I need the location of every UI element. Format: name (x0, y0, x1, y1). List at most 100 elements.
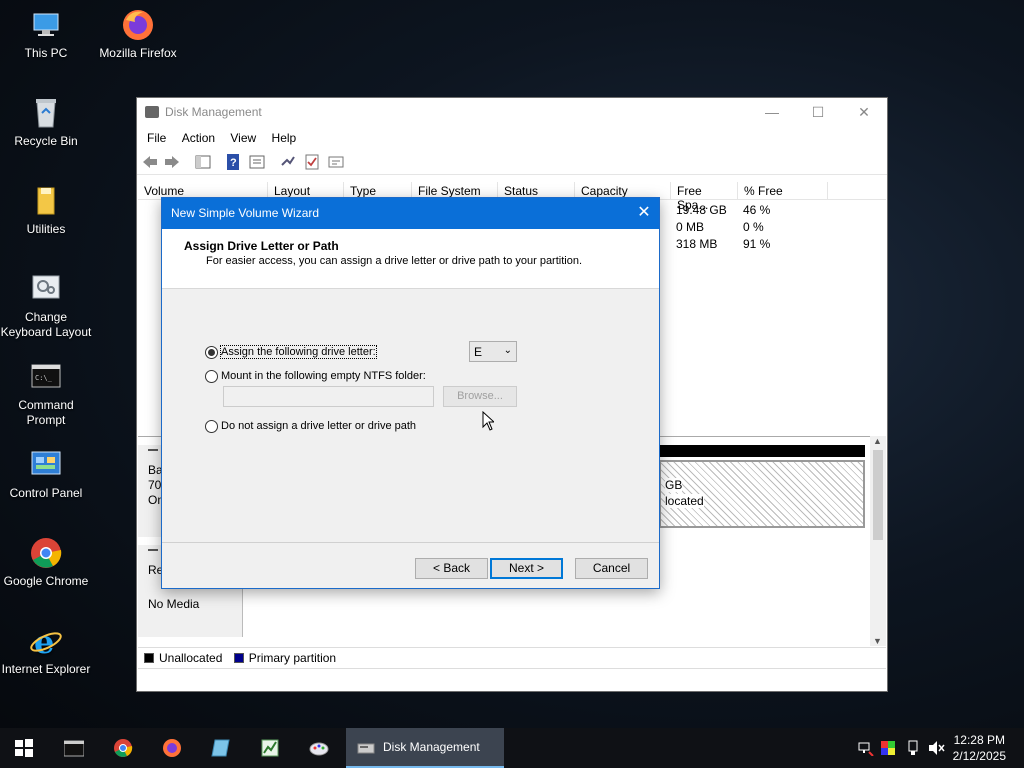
taskbar-chart-app[interactable] (246, 728, 294, 768)
unallocated-label: located (665, 494, 704, 508)
network-icon[interactable] (858, 740, 874, 756)
assign-letter-radio[interactable] (205, 346, 218, 359)
maximize-icon: ☐ (811, 104, 825, 120)
clock-time: 12:28 PM (953, 733, 1005, 747)
mount-folder-radio[interactable] (205, 370, 218, 383)
system-clock[interactable]: 12:28 PM 2/12/2025 (953, 732, 1006, 764)
desktop-icon-utilities[interactable]: Utilities (0, 184, 92, 237)
paint-icon (309, 742, 329, 756)
scroll-down-icon[interactable]: ▼ (873, 636, 882, 646)
taskbar: Disk Management 12:28 PM 2/12/2025 (0, 728, 1024, 768)
taskbar-paint[interactable] (295, 728, 343, 768)
disk-graph-scrollbar[interactable]: ▲ ▼ (870, 436, 886, 646)
firefox-icon (121, 8, 155, 42)
menu-bar: File Action View Help (137, 127, 887, 149)
desktop-icon-this-pc[interactable]: This PC (0, 8, 92, 61)
column-percent-free[interactable]: % Free (738, 182, 828, 200)
back-button[interactable]: < Back (415, 558, 488, 579)
close-icon: ✕ (637, 204, 651, 221)
scrollbar-thumb[interactable] (873, 450, 883, 540)
drive-letter-select[interactable]: E ⌄ (469, 341, 517, 362)
volume-muted-icon[interactable] (928, 740, 946, 756)
close-button[interactable]: ✕ (841, 98, 887, 127)
recycle-bin-icon (29, 96, 63, 130)
window-title: Disk Management (165, 105, 262, 119)
desktop-icon-label: Change Keyboard Layout (0, 310, 92, 339)
assign-letter-label[interactable]: Assign the following drive letter: (220, 345, 377, 359)
cancel-button[interactable]: Cancel (575, 558, 648, 579)
legend-primary: Primary partition (248, 651, 337, 665)
scroll-up-icon[interactable]: ▲ (873, 436, 882, 446)
wizard-close-button[interactable]: ✕ (629, 198, 659, 229)
taskbar-command-prompt[interactable] (50, 728, 98, 768)
minimize-button[interactable]: — (749, 98, 795, 127)
unallocated-size: GB (665, 478, 683, 492)
folder-path-input[interactable] (223, 386, 434, 407)
internet-explorer-icon: e (29, 623, 63, 661)
chart-app-icon (261, 739, 279, 757)
desktop-icon-change-keyboard-layout[interactable]: Change Keyboard Layout (0, 272, 92, 340)
desktop-icon-internet-explorer[interactable]: e Internet Explorer (0, 623, 92, 677)
taskbar-firefox[interactable] (148, 728, 196, 768)
close-icon: ✕ (858, 104, 870, 120)
help-icon[interactable]: ? (224, 153, 242, 171)
desktop-icon-label: Mozilla Firefox (99, 46, 177, 60)
cdrom-status: No Media (148, 597, 200, 611)
menu-help[interactable]: Help (266, 127, 303, 149)
desktop-icon-command-prompt[interactable]: C:\_ Command Prompt (0, 360, 92, 428)
desktop-icon-google-chrome[interactable]: Google Chrome (0, 536, 92, 589)
wizard-titlebar[interactable]: New Simple Volume Wizard ✕ (162, 198, 659, 229)
windows-logo-icon (15, 739, 33, 757)
new-simple-volume-wizard: New Simple Volume Wizard ✕ Assign Drive … (161, 197, 660, 589)
mount-folder-label[interactable]: Mount in the following empty NTFS folder… (221, 370, 426, 382)
window-titlebar[interactable]: Disk Management — ☐ ✕ (137, 98, 887, 127)
primary-swatch (233, 653, 244, 663)
mouse-cursor-icon (482, 411, 494, 431)
no-letter-label[interactable]: Do not assign a drive letter or drive pa… (221, 420, 416, 432)
desktop-icon-firefox[interactable]: Mozilla Firefox (92, 8, 184, 61)
chrome-icon (29, 536, 63, 570)
svg-text:C:\_: C:\_ (35, 374, 53, 382)
menu-view[interactable]: View (224, 127, 262, 149)
menu-action[interactable]: Action (176, 127, 221, 149)
folder-icon (29, 184, 63, 218)
taskbar-disk-management[interactable]: Disk Management (346, 728, 504, 768)
percent-free-cell: 46 % (743, 203, 771, 217)
percent-free-cell: 0 % (743, 220, 764, 234)
start-button[interactable] (0, 728, 48, 768)
minimize-icon: — (765, 104, 779, 120)
desktop-icon-label: This PC (24, 46, 68, 60)
desktop-icon-control-panel[interactable]: Control Panel (0, 448, 92, 501)
forward-arrow-icon[interactable] (163, 153, 181, 171)
no-letter-radio[interactable] (205, 420, 218, 433)
wizard-subheading: For easier access, you can assign a driv… (206, 255, 583, 267)
free-space-cell: 0 MB (676, 220, 705, 234)
column-free-space[interactable]: Free Spa... (671, 182, 738, 212)
checklist-icon[interactable] (303, 153, 321, 171)
taskbar-notepad[interactable] (197, 728, 245, 768)
browse-button[interactable]: Browse... (443, 386, 517, 407)
desktop-icon-recycle-bin[interactable]: Recycle Bin (0, 96, 92, 149)
chevron-down-icon: ⌄ (503, 345, 512, 356)
desktop-icon-label: Recycle Bin (14, 134, 78, 148)
connect-icon[interactable] (279, 153, 297, 171)
free-space-cell: 318 MB (676, 237, 718, 251)
unallocated-partition[interactable]: GB located (659, 460, 865, 528)
notepad-icon (211, 739, 230, 757)
unallocated-header-bar (659, 445, 865, 457)
usb-device-icon[interactable] (906, 740, 920, 756)
properties-icon[interactable] (248, 153, 266, 171)
color-display-icon[interactable] (880, 740, 896, 756)
legend: Unallocated Primary partition (138, 647, 886, 667)
firefox-icon (163, 739, 181, 757)
desktop-icon-label: Utilities (26, 222, 66, 236)
taskbar-active-label: Disk Management (383, 740, 480, 754)
taskbar-chrome[interactable] (99, 728, 147, 768)
maximize-button[interactable]: ☐ (795, 98, 841, 127)
next-button[interactable]: Next > (490, 558, 563, 579)
menu-file[interactable]: File (141, 127, 172, 149)
back-arrow-icon[interactable] (141, 153, 159, 171)
show-hide-console-icon[interactable] (194, 153, 212, 171)
view-icon[interactable] (327, 153, 345, 171)
desktop-icon-label: Control Panel (9, 486, 83, 500)
